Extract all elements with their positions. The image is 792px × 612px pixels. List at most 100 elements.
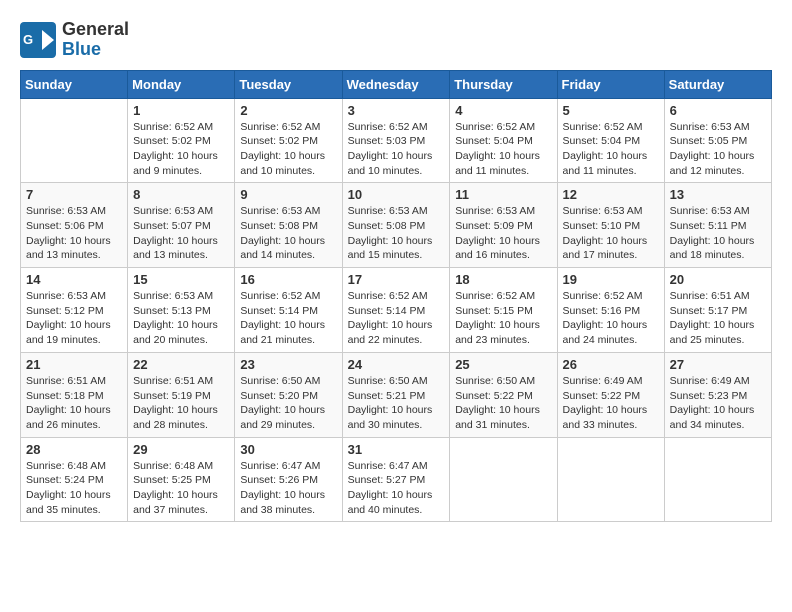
svg-text:G: G bbox=[23, 32, 33, 47]
day-info: Sunrise: 6:49 AMSunset: 5:22 PMDaylight:… bbox=[563, 374, 659, 433]
day-number: 5 bbox=[563, 103, 659, 118]
day-number: 25 bbox=[455, 357, 551, 372]
day-number: 11 bbox=[455, 187, 551, 202]
day-number: 4 bbox=[455, 103, 551, 118]
day-number: 13 bbox=[670, 187, 766, 202]
day-info: Sunrise: 6:52 AMSunset: 5:03 PMDaylight:… bbox=[348, 120, 445, 179]
calendar-cell: 12 Sunrise: 6:53 AMSunset: 5:10 PMDayligh… bbox=[557, 183, 664, 268]
day-info: Sunrise: 6:53 AMSunset: 5:05 PMDaylight:… bbox=[670, 120, 766, 179]
day-number: 22 bbox=[133, 357, 229, 372]
calendar-cell: 8 Sunrise: 6:53 AMSunset: 5:07 PMDaylight… bbox=[128, 183, 235, 268]
calendar-cell: 17 Sunrise: 6:52 AMSunset: 5:14 PMDayligh… bbox=[342, 268, 450, 353]
calendar-cell: 1Sunrise: 6:52 AMSunset: 5:02 PMDaylight… bbox=[128, 98, 235, 183]
day-info: Sunrise: 6:53 AMSunset: 5:09 PMDaylight:… bbox=[455, 204, 551, 263]
day-info: Sunrise: 6:53 AMSunset: 5:12 PMDaylight:… bbox=[26, 289, 122, 348]
day-number: 29 bbox=[133, 442, 229, 457]
calendar-cell: 29Sunrise: 6:48 AMSunset: 5:25 PMDayligh… bbox=[128, 437, 235, 522]
day-info: Sunrise: 6:51 AMSunset: 5:18 PMDaylight:… bbox=[26, 374, 122, 433]
calendar-cell: 24Sunrise: 6:50 AMSunset: 5:21 PMDayligh… bbox=[342, 352, 450, 437]
day-info: Sunrise: 6:52 AMSunset: 5:02 PMDaylight:… bbox=[240, 120, 336, 179]
header-wednesday: Wednesday bbox=[342, 70, 450, 98]
calendar-cell: 4 Sunrise: 6:52 AMSunset: 5:04 PMDaylight… bbox=[450, 98, 557, 183]
calendar-header-row: SundayMondayTuesdayWednesdayThursdayFrid… bbox=[21, 70, 772, 98]
header-saturday: Saturday bbox=[664, 70, 771, 98]
header-monday: Monday bbox=[128, 70, 235, 98]
day-number: 21 bbox=[26, 357, 122, 372]
day-info: Sunrise: 6:53 AMSunset: 5:13 PMDaylight:… bbox=[133, 289, 229, 348]
calendar-cell: 23 Sunrise: 6:50 AMSunset: 5:20 PMDayligh… bbox=[235, 352, 342, 437]
day-number: 8 bbox=[133, 187, 229, 202]
week-row-1: 1 Sunrise: 6:52 AMSunset: 5:02 PMDaylight… bbox=[21, 98, 772, 183]
calendar-cell: 31Sunrise: 6:47 AMSunset: 5:27 PMDayligh… bbox=[342, 437, 450, 522]
calendar-cell: 19 Sunrise: 6:52 AMSunset: 5:16 PMDayligh… bbox=[557, 268, 664, 353]
day-number: 9 bbox=[240, 187, 336, 202]
day-number: 23 bbox=[240, 357, 336, 372]
calendar-cell: 28 Sunrise: 6:48 AMSunset: 5:24 PMDayligh… bbox=[21, 437, 128, 522]
calendar-cell bbox=[450, 437, 557, 522]
day-info: Sunrise: 6:53 AMSunset: 5:08 PMDaylight:… bbox=[240, 204, 336, 263]
day-number: 10 bbox=[348, 187, 445, 202]
calendar-cell: 15 Sunrise: 6:53 AMSunset: 5:13 PMDayligh… bbox=[128, 268, 235, 353]
day-number: 3 bbox=[348, 103, 445, 118]
day-info: Sunrise: 6:50 AMSunset: 5:20 PMDaylight:… bbox=[240, 374, 336, 433]
calendar-table: SundayMondayTuesdayWednesdayThursdayFrid… bbox=[20, 70, 772, 523]
calendar-cell bbox=[21, 98, 128, 183]
day-info: Sunrise: 6:51 AMSunset: 5:19 PMDaylight:… bbox=[133, 374, 229, 433]
day-number: 6 bbox=[670, 103, 766, 118]
day-info: Sunrise: 6:52 AMSunset: 5:16 PMDaylight:… bbox=[563, 289, 659, 348]
day-number: 15 bbox=[133, 272, 229, 287]
calendar-cell: 27Sunrise: 6:49 AMSunset: 5:23 PMDayligh… bbox=[664, 352, 771, 437]
calendar-cell: 20 Sunrise: 6:51 AMSunset: 5:17 PMDayligh… bbox=[664, 268, 771, 353]
calendar-cell: 10 Sunrise: 6:53 AMSunset: 5:08 PMDayligh… bbox=[342, 183, 450, 268]
page-header: G General Blue bbox=[20, 20, 772, 60]
calendar-cell: 26Sunrise: 6:49 AMSunset: 5:22 PMDayligh… bbox=[557, 352, 664, 437]
logo-icon: G bbox=[20, 22, 56, 58]
week-row-5: 28 Sunrise: 6:48 AMSunset: 5:24 PMDayligh… bbox=[21, 437, 772, 522]
calendar-cell: 7 Sunrise: 6:53 AMSunset: 5:06 PMDaylight… bbox=[21, 183, 128, 268]
day-number: 28 bbox=[26, 442, 122, 457]
header-tuesday: Tuesday bbox=[235, 70, 342, 98]
day-number: 30 bbox=[240, 442, 336, 457]
calendar-cell: 16 Sunrise: 6:52 AMSunset: 5:14 PMDayligh… bbox=[235, 268, 342, 353]
day-number: 2 bbox=[240, 103, 336, 118]
header-thursday: Thursday bbox=[450, 70, 557, 98]
day-number: 20 bbox=[670, 272, 766, 287]
day-number: 17 bbox=[348, 272, 445, 287]
day-info: Sunrise: 6:53 AMSunset: 5:07 PMDaylight:… bbox=[133, 204, 229, 263]
day-number: 24 bbox=[348, 357, 445, 372]
day-number: 18 bbox=[455, 272, 551, 287]
day-number: 1 bbox=[133, 103, 229, 118]
day-info: Sunrise: 6:52 AMSunset: 5:14 PMDaylight:… bbox=[348, 289, 445, 348]
day-info: Sunrise: 6:53 AMSunset: 5:11 PMDaylight:… bbox=[670, 204, 766, 263]
calendar-cell: 11 Sunrise: 6:53 AMSunset: 5:09 PMDayligh… bbox=[450, 183, 557, 268]
day-number: 19 bbox=[563, 272, 659, 287]
logo-general: General bbox=[62, 19, 129, 39]
day-info: Sunrise: 6:47 AMSunset: 5:26 PMDaylight:… bbox=[240, 459, 336, 518]
header-friday: Friday bbox=[557, 70, 664, 98]
day-number: 12 bbox=[563, 187, 659, 202]
day-info: Sunrise: 6:52 AMSunset: 5:04 PMDaylight:… bbox=[455, 120, 551, 179]
week-row-4: 21 Sunrise: 6:51 AMSunset: 5:18 PMDayligh… bbox=[21, 352, 772, 437]
day-info: Sunrise: 6:53 AMSunset: 5:06 PMDaylight:… bbox=[26, 204, 122, 263]
calendar-cell: 30 Sunrise: 6:47 AMSunset: 5:26 PMDayligh… bbox=[235, 437, 342, 522]
day-info: Sunrise: 6:53 AMSunset: 5:10 PMDaylight:… bbox=[563, 204, 659, 263]
calendar-cell: 6 Sunrise: 6:53 AMSunset: 5:05 PMDaylight… bbox=[664, 98, 771, 183]
day-info: Sunrise: 6:53 AMSunset: 5:08 PMDaylight:… bbox=[348, 204, 445, 263]
day-info: Sunrise: 6:52 AMSunset: 5:14 PMDaylight:… bbox=[240, 289, 336, 348]
calendar-cell: 22 Sunrise: 6:51 AMSunset: 5:19 PMDayligh… bbox=[128, 352, 235, 437]
day-number: 7 bbox=[26, 187, 122, 202]
calendar-cell: 2 Sunrise: 6:52 AMSunset: 5:02 PMDaylight… bbox=[235, 98, 342, 183]
day-info: Sunrise: 6:48 AMSunset: 5:24 PMDaylight:… bbox=[26, 459, 122, 518]
day-number: 27 bbox=[670, 357, 766, 372]
header-sunday: Sunday bbox=[21, 70, 128, 98]
day-number: 16 bbox=[240, 272, 336, 287]
logo-blue: Blue bbox=[62, 39, 101, 59]
day-info: Sunrise: 6:50 AMSunset: 5:22 PMDaylight:… bbox=[455, 374, 551, 433]
calendar-cell: 3 Sunrise: 6:52 AMSunset: 5:03 PMDaylight… bbox=[342, 98, 450, 183]
calendar-cell bbox=[664, 437, 771, 522]
calendar-cell bbox=[557, 437, 664, 522]
calendar-cell: 21 Sunrise: 6:51 AMSunset: 5:18 PMDayligh… bbox=[21, 352, 128, 437]
day-info: Sunrise: 6:47 AMSunset: 5:27 PMDaylight:… bbox=[348, 459, 445, 518]
day-info: Sunrise: 6:51 AMSunset: 5:17 PMDaylight:… bbox=[670, 289, 766, 348]
calendar-cell: 14Sunrise: 6:53 AMSunset: 5:12 PMDayligh… bbox=[21, 268, 128, 353]
